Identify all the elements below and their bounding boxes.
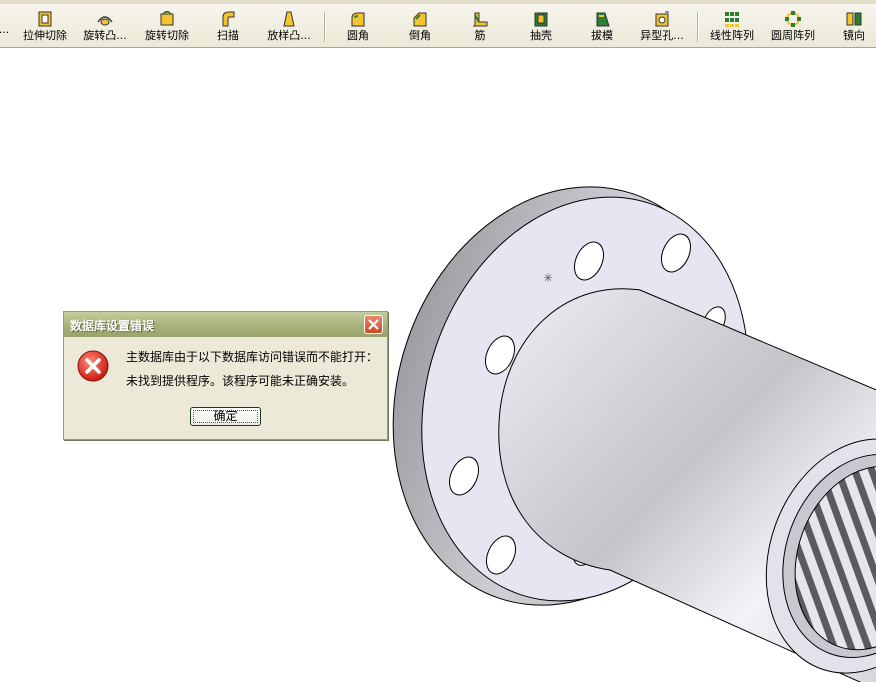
- dialog-titlebar[interactable]: 数据库设置错误: [64, 312, 387, 337]
- error-message-line1: 主数据库由于以下数据库访问错误而不能打开：: [126, 350, 379, 364]
- dialog-title: 数据库设置错误: [70, 319, 155, 333]
- toolbar-rib-button[interactable]: 筋: [468, 10, 492, 44]
- toolbar-label: 圆周阵列: [771, 29, 815, 42]
- loft-boss-icon: [283, 11, 295, 27]
- toolbar-label: 倒角: [409, 29, 431, 42]
- revolve-cut-icon: [160, 11, 174, 26]
- toolbar-label: 筋: [474, 29, 486, 42]
- origin-marker: ✳: [543, 271, 553, 285]
- toolbar-top-strip: [0, 0, 876, 4]
- toolbar-revolve-cut-button[interactable]: 旋转切除: [140, 10, 194, 44]
- circular-pattern-icon: [785, 11, 801, 27]
- extrude-cut-icon: [38, 11, 52, 27]
- toolbar-extrude-cut-button[interactable]: 拉伸切除: [18, 10, 72, 44]
- shell-icon: [534, 12, 548, 27]
- database-error-dialog: 数据库设置错误 主数据库由于以下数据库访问错误而不能打开： 未找到提供程序。该程…: [63, 311, 388, 440]
- features-toolbar: ... 拉伸切除 旋转凸... 旋转切除 扫描 放样凸... 圆角 倒角: [0, 0, 876, 48]
- toolbar-label: 拔模: [591, 29, 613, 42]
- toolbar-chamfer-button[interactable]: 倒角: [404, 10, 436, 44]
- toolbar-label: 拉伸切除: [23, 29, 67, 42]
- revolve-boss-icon: [97, 16, 113, 26]
- toolbar-mirror-button[interactable]: 镜向: [838, 10, 870, 44]
- toolbar-clipped-label: ...: [0, 23, 10, 36]
- toolbar-label: 异型孔...: [640, 29, 684, 42]
- toolbar-circular-pattern-button[interactable]: 圆周阵列: [766, 10, 820, 44]
- toolbar-shell-button[interactable]: 抽壳: [524, 10, 558, 44]
- rib-icon: [473, 12, 488, 27]
- toolbar-linear-pattern-button[interactable]: 线性阵列: [706, 10, 758, 44]
- mirror-icon: [846, 12, 862, 26]
- toolbar-separator: [324, 12, 326, 42]
- toolbar-fillet-button[interactable]: 圆角: [342, 10, 374, 44]
- chamfer-icon: [413, 12, 427, 27]
- error-icon: [77, 350, 109, 382]
- toolbar-label: 放样凸...: [267, 29, 311, 42]
- toolbar-label: 圆角: [347, 29, 369, 42]
- close-icon: [368, 319, 379, 330]
- linear-pattern-icon: [725, 12, 739, 27]
- toolbar-loft-boss-button[interactable]: 放样凸...: [260, 10, 318, 44]
- hole-wizard-icon: [655, 11, 669, 27]
- toolbar-sweep-button[interactable]: 扫描: [212, 10, 244, 44]
- toolbar-label: 线性阵列: [710, 29, 754, 42]
- toolbar-label: 旋转切除: [145, 29, 189, 42]
- toolbar-separator: [697, 12, 699, 42]
- toolbar-draft-button[interactable]: 拔模: [586, 10, 618, 44]
- toolbar-label: 抽壳: [530, 29, 552, 42]
- toolbar-label: 镜向: [843, 29, 865, 42]
- sweep-icon: [222, 11, 235, 27]
- toolbar-revolve-boss-button[interactable]: 旋转凸...: [76, 10, 134, 44]
- toolbar-hole-wizard-button[interactable]: 异型孔...: [634, 10, 690, 44]
- error-message-line2: 未找到提供程序。该程序可能未正确安装。: [126, 374, 355, 388]
- close-button[interactable]: [364, 315, 383, 334]
- ok-button[interactable]: 确定: [190, 407, 261, 426]
- toolbar-label: 扫描: [217, 29, 239, 42]
- fillet-icon: [351, 12, 365, 27]
- draft-icon: [596, 12, 610, 27]
- toolbar-label: 旋转凸...: [83, 29, 127, 42]
